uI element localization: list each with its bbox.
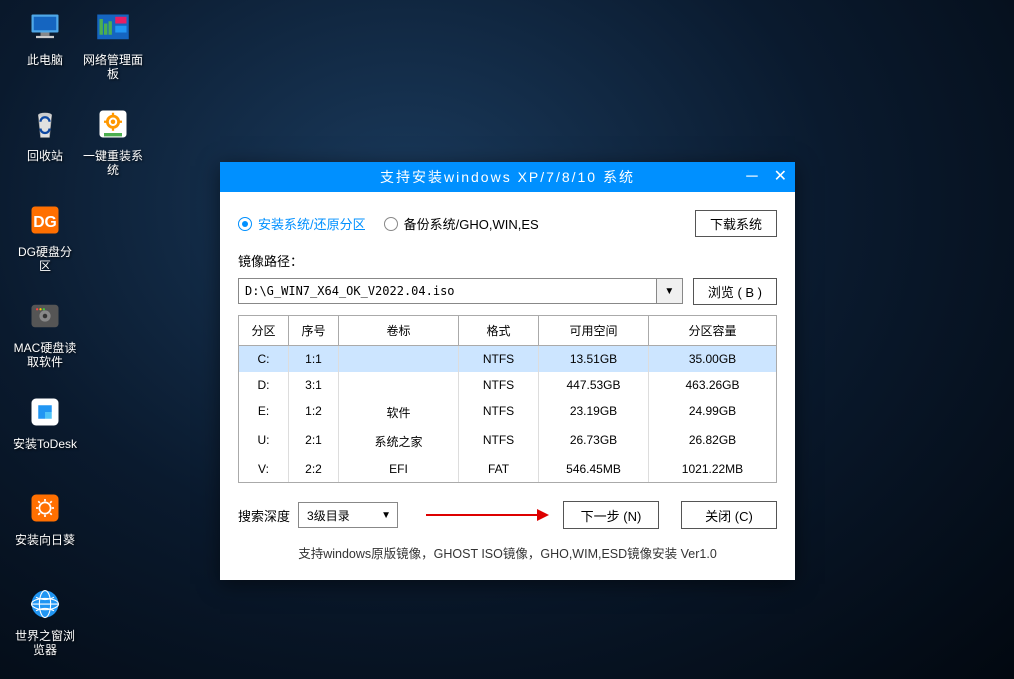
cell-volume: 系统之家 xyxy=(339,427,459,456)
table-row[interactable]: V:2:2EFIFAT546.45MB1021.22MB xyxy=(239,456,776,482)
desktop-icon-recycle[interactable]: 回收站 xyxy=(13,104,77,163)
desktop-icon-sunlogin[interactable]: 安装向日葵 xyxy=(13,488,77,547)
cell-capacity: 463.26GB xyxy=(649,372,776,398)
next-button[interactable]: 下一步 (N) xyxy=(563,501,659,529)
cell-format: NTFS xyxy=(459,398,539,427)
radio-backup[interactable]: 备份系统/GHO,WIN,ES xyxy=(384,214,539,233)
cell-partition: C: xyxy=(239,346,289,372)
table-row[interactable]: U:2:1系统之家NTFS26.73GB26.82GB xyxy=(239,427,776,456)
title-bar[interactable]: 支持安装windows XP/7/8/10 系统 ─ ✕ xyxy=(220,162,795,192)
dropdown-icon[interactable]: ▼ xyxy=(375,503,397,527)
mode-radio-group: 安装系统/还原分区 备份系统/GHO,WIN,ES 下载系统 xyxy=(238,210,777,237)
arrow-annotation xyxy=(426,514,549,516)
cell-free: 26.73GB xyxy=(539,427,649,456)
cell-free: 13.51GB xyxy=(539,346,649,372)
table-row[interactable]: E:1:2软件NTFS23.19GB24.99GB xyxy=(239,398,776,427)
table-header-row: 分区 序号 卷标 格式 可用空间 分区容量 xyxy=(239,316,776,346)
close-button[interactable]: 关闭 (C) xyxy=(681,501,777,529)
netpanel-icon xyxy=(93,8,133,48)
sunlogin-icon xyxy=(25,488,65,528)
cell-volume xyxy=(339,372,459,398)
cell-seq: 3:1 xyxy=(289,372,339,398)
installer-dialog: 支持安装windows XP/7/8/10 系统 ─ ✕ 安装系统/还原分区 备… xyxy=(220,162,795,580)
radio-label: 备份系统/GHO,WIN,ES xyxy=(404,214,539,233)
th-partition: 分区 xyxy=(239,316,289,345)
cell-partition: E: xyxy=(239,398,289,427)
table-row[interactable]: C:1:1 NTFS13.51GB35.00GB xyxy=(239,346,776,372)
cell-seq: 1:1 xyxy=(289,346,339,372)
desktop-icon-dg[interactable]: DG DG硬盘分区 xyxy=(13,200,77,273)
cell-volume: EFI xyxy=(339,456,459,482)
cell-volume xyxy=(339,346,459,372)
dropdown-icon[interactable]: ▼ xyxy=(656,279,682,303)
table-row[interactable]: D:3:1 NTFS447.53GB463.26GB xyxy=(239,372,776,398)
dg-icon: DG xyxy=(25,200,65,240)
reinstall-icon xyxy=(93,104,133,144)
desktop-icon-label: 此电脑 xyxy=(13,53,77,67)
radio-install-restore[interactable]: 安装系统/还原分区 xyxy=(238,214,366,233)
cell-partition: U: xyxy=(239,427,289,456)
search-depth-value: 3级目录 xyxy=(299,507,375,524)
browser-icon xyxy=(25,584,65,624)
desktop-icon-label: 回收站 xyxy=(13,149,77,163)
cell-partition: D: xyxy=(239,372,289,398)
desktop-icon-todesk[interactable]: 安装ToDesk xyxy=(13,392,77,451)
partition-table: 分区 序号 卷标 格式 可用空间 分区容量 C:1:1NTFS13.51GB35… xyxy=(238,315,777,483)
cell-seq: 1:2 xyxy=(289,398,339,427)
close-icon[interactable]: ✕ xyxy=(774,169,787,185)
mac-icon xyxy=(25,296,65,336)
cell-format: FAT xyxy=(459,456,539,482)
image-path-value: D:\G_WIN7_X64_OK_V2022.04.iso xyxy=(239,284,656,298)
cell-partition: V: xyxy=(239,456,289,482)
desktop-icon-label: 一键重装系统 xyxy=(81,149,145,177)
th-capacity: 分区容量 xyxy=(649,316,776,345)
cell-capacity: 24.99GB xyxy=(649,398,776,427)
browse-button[interactable]: 浏览 ( B ) xyxy=(693,278,777,305)
th-format: 格式 xyxy=(459,316,539,345)
desktop-icon-label: 网络管理面板 xyxy=(81,53,145,81)
recycle-icon xyxy=(25,104,65,144)
cell-capacity: 26.82GB xyxy=(649,427,776,456)
desktop-icon-label: 安装ToDesk xyxy=(13,437,77,451)
image-path-select[interactable]: D:\G_WIN7_X64_OK_V2022.04.iso ▼ xyxy=(238,278,683,304)
radio-label: 安装系统/还原分区 xyxy=(258,214,366,233)
th-free: 可用空间 xyxy=(539,316,649,345)
image-path-label: 镜像路径： xyxy=(238,251,777,270)
th-seq: 序号 xyxy=(289,316,339,345)
svg-text:DG: DG xyxy=(33,214,57,231)
cell-format: NTFS xyxy=(459,346,539,372)
cell-seq: 2:1 xyxy=(289,427,339,456)
cell-free: 447.53GB xyxy=(539,372,649,398)
desktop-icon-label: 安装向日葵 xyxy=(13,533,77,547)
cell-seq: 2:2 xyxy=(289,456,339,482)
th-volume: 卷标 xyxy=(339,316,459,345)
window-title: 支持安装windows XP/7/8/10 系统 xyxy=(220,167,795,187)
search-depth-select[interactable]: 3级目录 ▼ xyxy=(298,502,398,528)
desktop-icon-netpanel[interactable]: 网络管理面板 xyxy=(81,8,145,81)
desktop-icon-label: MAC硬盘读取软件 xyxy=(13,341,77,369)
desktop-icon-label: DG硬盘分区 xyxy=(13,245,77,273)
pc-icon xyxy=(25,8,65,48)
cell-free: 546.45MB xyxy=(539,456,649,482)
search-depth-label: 搜索深度 xyxy=(238,506,290,525)
desktop-icon-reinstall[interactable]: 一键重装系统 xyxy=(81,104,145,177)
cell-volume: 软件 xyxy=(339,398,459,427)
desktop-icon-label: 世界之窗浏览器 xyxy=(13,629,77,657)
footer-text: 支持windows原版镜像，GHOST ISO镜像，GHO,WIM,ESD镜像安… xyxy=(238,543,777,566)
desktop-icon-pc[interactable]: 此电脑 xyxy=(13,8,77,67)
cell-format: NTFS xyxy=(459,372,539,398)
desktop-icon-browser[interactable]: 世界之窗浏览器 xyxy=(13,584,77,657)
download-system-button[interactable]: 下载系统 xyxy=(695,210,777,237)
cell-format: NTFS xyxy=(459,427,539,456)
radio-icon xyxy=(238,217,252,231)
cell-capacity: 35.00GB xyxy=(649,346,776,372)
desktop-icon-mac[interactable]: MAC硬盘读取软件 xyxy=(13,296,77,369)
todesk-icon xyxy=(25,392,65,432)
cell-capacity: 1021.22MB xyxy=(649,456,776,482)
cell-free: 23.19GB xyxy=(539,398,649,427)
radio-icon xyxy=(384,217,398,231)
minimize-icon[interactable]: ─ xyxy=(746,169,757,185)
